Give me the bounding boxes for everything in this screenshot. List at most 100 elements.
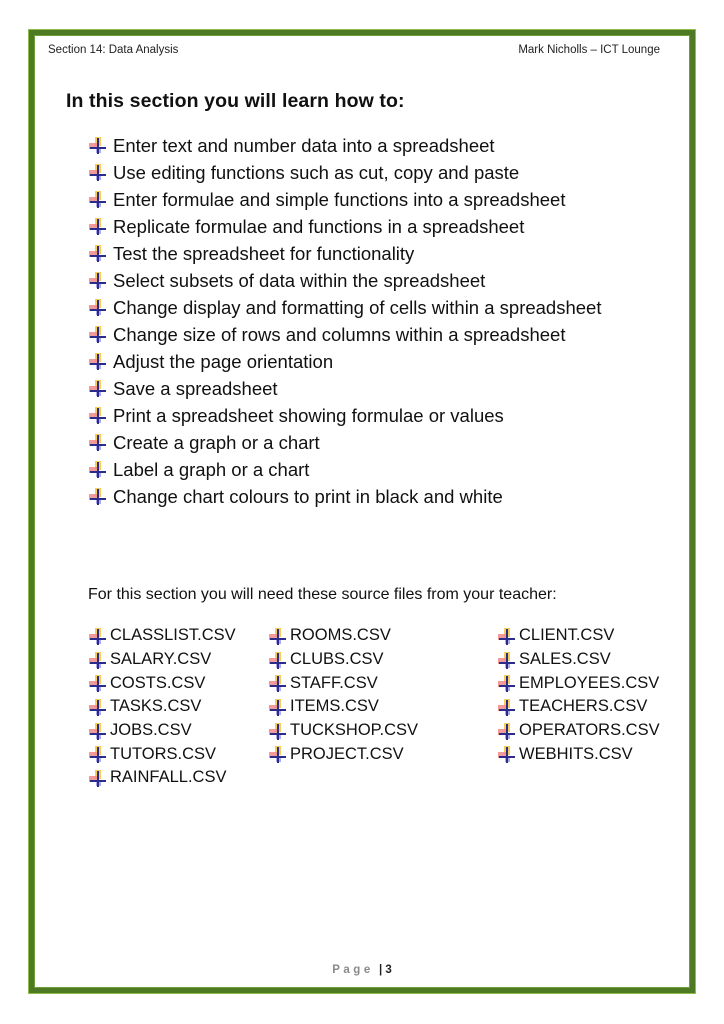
source-file-item-text: RAINFALL.CSV [110, 768, 227, 787]
source-file-item-text: PROJECT.CSV [290, 744, 404, 763]
bullet-cross-icon [88, 769, 106, 787]
source-file-item-text: EMPLOYEES.CSV [519, 673, 660, 692]
objective-item: Change display and formatting of cells w… [88, 294, 601, 321]
objective-item: Select subsets of data within the spread… [88, 267, 601, 294]
objective-item-text: Change chart colours to print in black a… [113, 485, 503, 507]
objective-item-text: Test the spreadsheet for functionality [113, 242, 415, 264]
source-file-item-text: STAFF.CSV [290, 673, 378, 692]
objective-item-text: Replicate formulae and functions in a sp… [113, 215, 525, 237]
bullet-cross-icon [88, 217, 107, 236]
bullet-cross-icon [268, 674, 286, 693]
bullet-cross-icon [88, 433, 107, 452]
bullet-cross-icon [268, 698, 286, 716]
source-file-item: ROOMS.CSV [268, 624, 418, 648]
objective-item-text: Change size of rows and columns within a… [113, 323, 566, 345]
objective-item: Label a graph or a chart [88, 456, 601, 483]
source-file-item: SALARY.CSV [88, 648, 236, 672]
source-file-item-text: ROOMS.CSV [290, 626, 391, 645]
bullet-cross-icon [88, 460, 107, 479]
bullet-cross-icon [88, 271, 107, 290]
bullet-cross-icon [88, 298, 107, 317]
bullet-cross-icon [88, 674, 106, 693]
objective-item-text: Enter formulae and simple functions into… [113, 188, 566, 210]
source-file-item-text: SALARY.CSV [110, 650, 212, 669]
objectives-list: Enter text and number data into a spread… [88, 132, 601, 510]
objective-item: Use editing functions such as cut, copy … [88, 159, 601, 186]
bullet-cross-icon [268, 745, 286, 764]
source-file-item-text: CLIENT.CSV [519, 626, 615, 645]
files-intro-text: For this section you will need these sou… [88, 586, 557, 603]
bullet-cross-icon [88, 722, 106, 740]
source-file-item: CLASSLIST.CSV [88, 624, 236, 648]
page-footer: Page | 3 [0, 964, 724, 976]
source-file-item-text: TASKS.CSV [110, 697, 202, 716]
page-separator: | [378, 964, 383, 976]
objective-item-text: Use editing functions such as cut, copy … [113, 161, 520, 183]
header-section-title: Section 14: Data Analysis [48, 44, 179, 56]
bullet-cross-icon [497, 627, 515, 645]
files-column-1: CLASSLIST.CSV SALARY.CSV COSTS.CSV TASKS.CS… [88, 624, 236, 790]
source-file-item: EMPLOYEES.CSV [497, 671, 660, 695]
bullet-cross-icon [88, 190, 107, 209]
objective-item: Enter text and number data into a spread… [88, 132, 601, 159]
source-file-item-text: COSTS.CSV [110, 673, 206, 692]
objective-item: Replicate formulae and functions in a sp… [88, 213, 601, 240]
header-author: Mark Nicholls – ICT Lounge [518, 44, 660, 56]
bullet-cross-icon [268, 651, 286, 669]
source-file-item-text: CLUBS.CSV [290, 650, 384, 669]
bullet-cross-icon [88, 698, 106, 716]
bullet-cross-icon [88, 136, 107, 155]
source-file-item-text: SALES.CSV [519, 650, 611, 669]
bullet-cross-icon [88, 163, 107, 182]
source-file-item: STAFF.CSV [268, 671, 418, 695]
page-label: Page [332, 964, 374, 976]
source-file-item: TUCKSHOP.CSV [268, 719, 418, 743]
bullet-cross-icon [268, 627, 286, 645]
source-file-item: COSTS.CSV [88, 671, 236, 695]
source-file-item-text: ITEMS.CSV [290, 697, 379, 716]
source-file-item: ITEMS.CSV [268, 695, 418, 719]
bullet-cross-icon [88, 487, 107, 506]
files-column-2: ROOMS.CSV CLUBS.CSV STAFF.CSV ITEMS.CSV TUCK… [268, 624, 418, 766]
objective-item-text: Select subsets of data within the spread… [113, 269, 486, 291]
bullet-cross-icon [88, 406, 107, 425]
source-file-item: WEBHITS.CSV [497, 742, 660, 766]
bullet-cross-icon [88, 651, 106, 669]
objective-item-text: Label a graph or a chart [113, 458, 310, 480]
objective-item: Adjust the page orientation [88, 348, 601, 375]
bullet-cross-icon [497, 745, 515, 764]
bullet-cross-icon [497, 651, 515, 669]
objective-item-text: Print a spreadsheet showing formulae or … [113, 404, 504, 426]
objective-item: Save a spreadsheet [88, 375, 601, 402]
source-file-item: CLIENT.CSV [497, 624, 660, 648]
bullet-cross-icon [268, 722, 286, 740]
bullet-cross-icon [497, 722, 515, 740]
section-heading: In this section you will learn how to: [66, 90, 405, 112]
bullet-cross-icon [88, 379, 107, 398]
source-file-item-text: TUTORS.CSV [110, 744, 217, 763]
objective-item-text: Create a graph or a chart [113, 431, 320, 453]
source-file-item-text: OPERATORS.CSV [519, 721, 660, 740]
objective-item: Test the spreadsheet for functionality [88, 240, 601, 267]
bullet-cross-icon [88, 745, 106, 764]
source-file-item: RAINFALL.CSV [88, 766, 236, 790]
bullet-cross-icon [497, 698, 515, 716]
bullet-cross-icon [497, 674, 515, 693]
bullet-cross-icon [88, 244, 107, 263]
objective-item-text: Change display and formatting of cells w… [113, 296, 602, 318]
source-file-item-text: CLASSLIST.CSV [110, 626, 236, 645]
bullet-cross-icon [88, 627, 106, 645]
objective-item: Enter formulae and simple functions into… [88, 186, 601, 213]
bullet-cross-icon [88, 352, 107, 371]
objective-item-text: Adjust the page orientation [113, 350, 334, 372]
source-file-item: PROJECT.CSV [268, 742, 418, 766]
source-file-item: SALES.CSV [497, 648, 660, 672]
source-file-item-text: JOBS.CSV [110, 721, 192, 740]
objective-item-text: Enter text and number data into a spread… [113, 134, 495, 156]
objective-item: Print a spreadsheet showing formulae or … [88, 402, 601, 429]
objective-item: Create a graph or a chart [88, 429, 601, 456]
source-file-item: TEACHERS.CSV [497, 695, 660, 719]
source-file-item: JOBS.CSV [88, 719, 236, 743]
objective-item: Change size of rows and columns within a… [88, 321, 601, 348]
source-file-item: TUTORS.CSV [88, 742, 236, 766]
